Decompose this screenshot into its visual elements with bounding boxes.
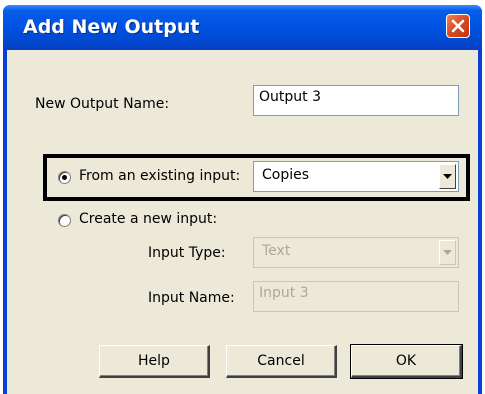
- new-input-radio[interactable]: [58, 214, 71, 227]
- dialog-title: Add New Output: [23, 16, 200, 38]
- input-type-label: Input Type:: [148, 245, 226, 261]
- input-type-select[interactable]: Text: [253, 237, 459, 268]
- dialog-body: New Output Name: Output 3 From an existi…: [7, 50, 478, 394]
- help-button[interactable]: Help: [99, 345, 210, 378]
- close-button[interactable]: [446, 14, 470, 38]
- cancel-button[interactable]: Cancel: [226, 345, 337, 378]
- radio-selected-dot: [62, 175, 67, 180]
- new-input-label: Create a new input:: [79, 211, 218, 227]
- close-icon: [451, 19, 465, 33]
- ok-button[interactable]: OK: [350, 344, 463, 379]
- existing-input-dropdown-button[interactable]: [439, 164, 456, 189]
- existing-input-select[interactable]: Copies: [253, 161, 459, 192]
- input-name-label: Input Name:: [148, 290, 235, 306]
- output-name-label: New Output Name:: [35, 96, 170, 112]
- title-bar[interactable]: Add New Output: [3, 5, 482, 50]
- input-name-input[interactable]: Input 3: [253, 281, 459, 312]
- existing-input-value: Copies: [262, 167, 310, 183]
- existing-input-label: From an existing input:: [79, 168, 241, 184]
- chevron-down-icon: [443, 250, 452, 255]
- input-type-value: Text: [262, 243, 291, 259]
- existing-input-radio[interactable]: [58, 171, 71, 184]
- dialog-window: Add New Output New Output Name: Output 3…: [3, 5, 482, 394]
- input-type-dropdown-button[interactable]: [439, 240, 456, 265]
- chevron-down-icon: [443, 174, 452, 179]
- output-name-input[interactable]: Output 3: [253, 85, 459, 116]
